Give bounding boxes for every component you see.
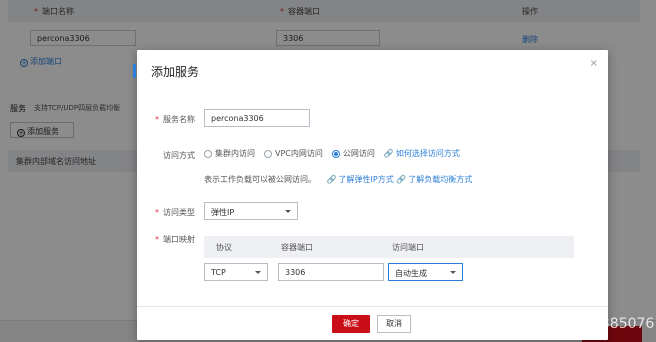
cancel-button[interactable]: 取消 bbox=[377, 315, 411, 333]
watermark-text: https://blog.csdn.net/kai46385076 bbox=[413, 316, 655, 332]
header-access-port: 访问端口 bbox=[392, 243, 424, 252]
radio-selected-icon bbox=[331, 149, 340, 158]
radio-public-access[interactable]: 公网访问 bbox=[331, 148, 375, 159]
access-mode-help-link[interactable]: 🔗 如何选择访问方式 bbox=[384, 148, 460, 159]
add-service-dialog: 添加服务 × * 服务名称 percona3306 访问方式 集群内访问 VPC内… bbox=[133, 50, 608, 340]
access-hint: 表示工作负载可以被公网访问。 🔗 了解弹性IP方式 🔗 了解负载均衡方式 bbox=[204, 175, 473, 184]
radio-circle-icon bbox=[264, 149, 272, 158]
chevron-down-icon bbox=[450, 271, 456, 274]
access-mode-label: 访问方式 bbox=[163, 151, 195, 160]
header-protocol: 协议 bbox=[216, 243, 232, 252]
header-container-port: 容器端口 bbox=[281, 243, 313, 252]
elb-learn-link[interactable]: 🔗 了解负载均衡方式 bbox=[396, 175, 472, 184]
title-accent-bar bbox=[133, 64, 136, 78]
port-mapping-header: 协议 容器端口 访问端口 bbox=[204, 236, 574, 258]
radio-circle-icon bbox=[204, 149, 212, 158]
confirm-button[interactable]: 确定 bbox=[332, 315, 370, 333]
eip-learn-link[interactable]: 🔗 了解弹性IP方式 bbox=[327, 175, 394, 184]
access-type-select[interactable]: 弹性IP bbox=[204, 202, 298, 220]
protocol-select[interactable]: TCP bbox=[204, 263, 268, 281]
link-icon: 🔗 bbox=[326, 175, 337, 184]
access-type-label: * 访问类型 bbox=[155, 208, 195, 217]
radio-vpc-access[interactable]: VPC内网访问 bbox=[264, 148, 323, 159]
container-port-field[interactable]: 3306 bbox=[278, 263, 384, 281]
access-port-select[interactable]: 自动生成 bbox=[388, 263, 463, 281]
service-name-label: * 服务名称 bbox=[155, 115, 195, 124]
port-mapping-label: * 端口映射 bbox=[155, 235, 195, 244]
chevron-down-icon bbox=[255, 271, 261, 274]
chevron-down-icon bbox=[285, 210, 291, 213]
radio-cluster-access[interactable]: 集群内访问 bbox=[204, 148, 255, 159]
link-icon: 🔗 bbox=[396, 175, 407, 184]
service-name-input[interactable]: percona3306 bbox=[204, 109, 310, 127]
dialog-title: 添加服务 bbox=[151, 65, 200, 79]
access-mode-radio-group: 集群内访问 VPC内网访问 公网访问 🔗 如何选择访问方式 bbox=[204, 148, 469, 159]
close-icon[interactable]: × bbox=[590, 58, 598, 69]
link-icon: 🔗 bbox=[383, 149, 394, 158]
